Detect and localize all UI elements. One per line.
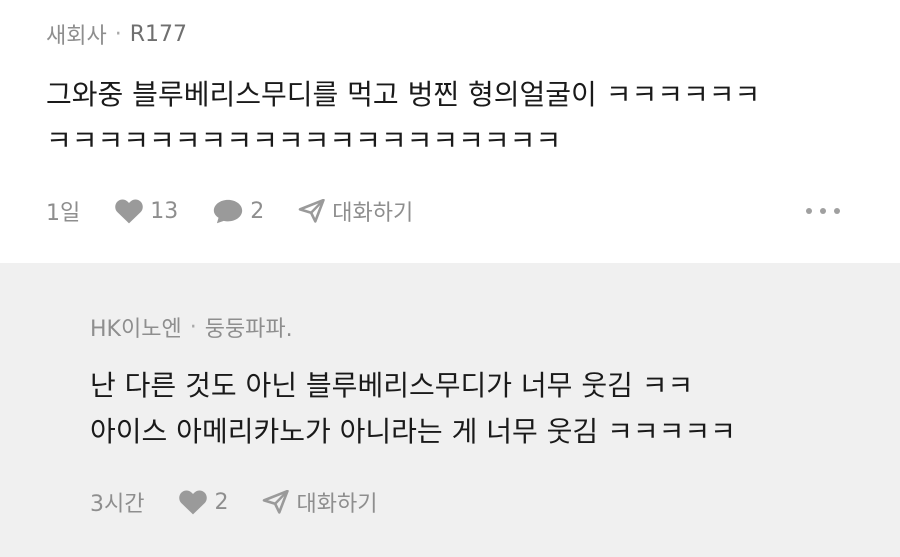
more-dots-icon[interactable] [806, 196, 840, 226]
reply-author[interactable]: HK이노엔 [90, 311, 182, 343]
reply-author-line: HK이노엔 · 둥둥파파. [90, 311, 293, 343]
conversation-button[interactable]: 대화하기 [262, 486, 377, 518]
like-count: 2 [214, 489, 229, 515]
reply-to-user[interactable]: 둥둥파파. [205, 311, 293, 343]
reply-card: HK이노엔 · 둥둥파파. 난 다른 것도 아닌 블루베리스무디가 너무 웃김 … [0, 263, 900, 557]
comment-author-rank: R177 [129, 21, 188, 47]
heart-icon [179, 490, 208, 515]
paper-plane-icon [298, 199, 326, 223]
conversation-button[interactable]: 대화하기 [298, 195, 413, 227]
heart-icon [115, 199, 144, 224]
reply-time: 3시간 [90, 492, 145, 517]
conversation-label: 대화하기 [296, 492, 378, 517]
comment-meta: 1일 13 2 대화하기 [46, 194, 447, 228]
like-button[interactable]: 13 [114, 198, 178, 224]
comment-author[interactable]: 새회사 [46, 18, 107, 50]
like-count: 13 [150, 198, 179, 224]
paper-plane-icon [263, 490, 290, 514]
separator-dot: · [189, 314, 197, 340]
conversation-label: 대화하기 [332, 201, 414, 226]
reply-meta: 3시간 2 대화하기 [90, 485, 411, 519]
comment-time: 1일 [46, 201, 81, 226]
like-button[interactable]: 2 [178, 489, 228, 515]
comment-text: 그와중 블루베리스무디를 먹고 벙찐 형의얼굴이 ㅋㅋㅋㅋㅋㅋ ㅋㅋㅋㅋㅋㅋㅋㅋ… [46, 78, 761, 157]
separator-dot: · [114, 21, 122, 47]
comment-author-line: 새회사 · R177 [46, 18, 187, 50]
comment-card: 새회사 · R177 그와중 블루베리스무디를 먹고 벙찐 형의얼굴이 ㅋㅋㅋㅋ… [0, 0, 900, 263]
reply-count: 2 [250, 198, 265, 224]
reply-text: 난 다른 것도 아닌 블루베리스무디가 너무 웃김 ㅋㅋ 아이스 아메리카노가 … [90, 369, 736, 448]
comment-bubble-icon [214, 199, 243, 224]
reply-count-button[interactable]: 2 [212, 198, 264, 224]
